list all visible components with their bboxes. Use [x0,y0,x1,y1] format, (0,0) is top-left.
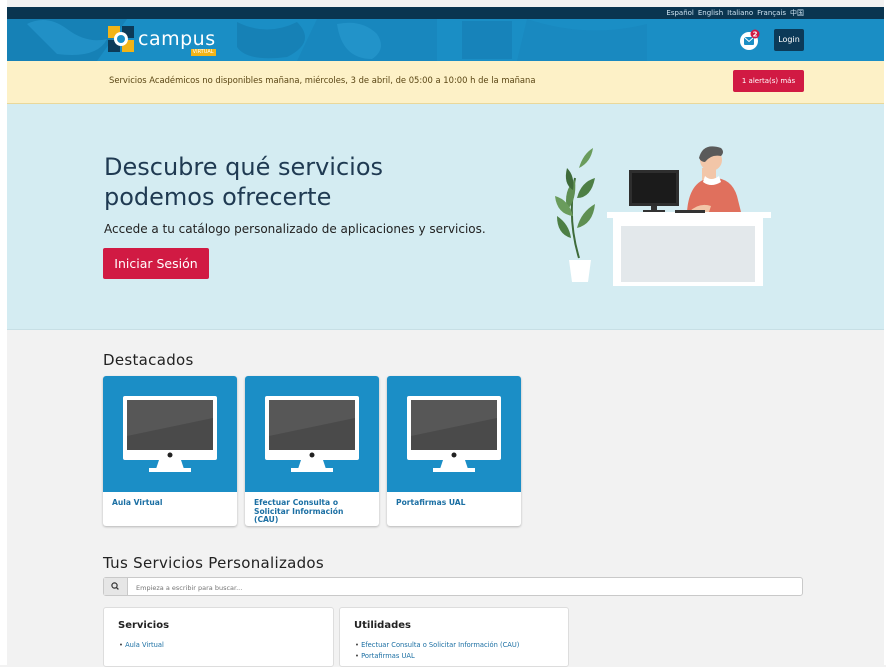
lang-zh[interactable]: 中国 [790,7,804,19]
service-link-aula-virtual[interactable]: Aula Virtual [119,640,164,651]
panel-servicios: Servicios Aula Virtual [103,607,334,667]
hero-section: Descubre qué servicios podemos ofrecerte… [7,104,884,330]
mail-badge-count: 2 [753,31,758,39]
logo-word: campus [138,28,216,50]
campus-logo[interactable]: campus VIRTUAL [108,26,216,56]
featured-card-aula-virtual[interactable]: Aula Virtual [103,376,237,526]
services-title: Tus Servicios Personalizados [103,554,325,572]
search-button[interactable] [104,578,128,595]
computer-illustration [245,376,379,492]
lang-it[interactable]: Italiano [727,7,753,19]
lang-es[interactable]: Español [666,7,693,19]
search-icon [111,582,119,590]
featured-card-label: Efectuar Consulta o Solicitar Informació… [254,498,344,524]
language-bar: Español English Italiano Français 中国 [7,7,884,19]
panel-utilidades: Utilidades Efectuar Consulta o Solicitar… [339,607,569,667]
monitor-icon [407,396,501,472]
search-input[interactable] [134,580,738,595]
monitor-icon [123,396,217,472]
campus-logo-icon [108,26,134,52]
mail-notification-button[interactable]: 2 [739,29,761,51]
service-search-box [103,577,803,596]
lang-fr[interactable]: Français [757,7,786,19]
utility-link-cau[interactable]: Efectuar Consulta o Solicitar Informació… [355,640,519,651]
computer-illustration [103,376,237,492]
featured-card-portafirmas[interactable]: Portafirmas UAL [387,376,521,526]
featured-card-label: Portafirmas UAL [396,498,466,507]
featured-card-cau[interactable]: Efectuar Consulta o Solicitar Informació… [245,376,379,526]
featured-title: Destacados [103,351,194,369]
mail-icon: 2 [740,29,760,50]
login-button[interactable]: Login [774,29,804,51]
hero-subtitle: Accede a tu catálogo personalizado de ap… [104,222,486,236]
computer-illustration [387,376,521,492]
alert-banner: Servicios Académicos no disponibles maña… [7,61,884,104]
panel-title: Utilidades [354,620,411,631]
alert-message: Servicios Académicos no disponibles maña… [109,75,536,85]
left-edge [0,0,7,665]
site-header: campus VIRTUAL 2 Login [7,19,884,61]
featured-card-label: Aula Virtual [112,498,163,507]
person-at-desk-illustration [555,146,771,286]
monitor-icon [265,396,359,472]
panel-title: Servicios [118,620,170,631]
logo-sub: VIRTUAL [190,49,216,56]
lang-en[interactable]: English [698,7,723,19]
utility-link-portafirmas[interactable]: Portafirmas UAL [355,651,519,662]
login-hero-button[interactable]: Iniciar Sesión [103,248,209,279]
hero-title: Descubre qué servicios podemos ofrecerte [104,153,384,211]
more-alerts-button[interactable]: 1 alerta(s) más [733,70,804,92]
